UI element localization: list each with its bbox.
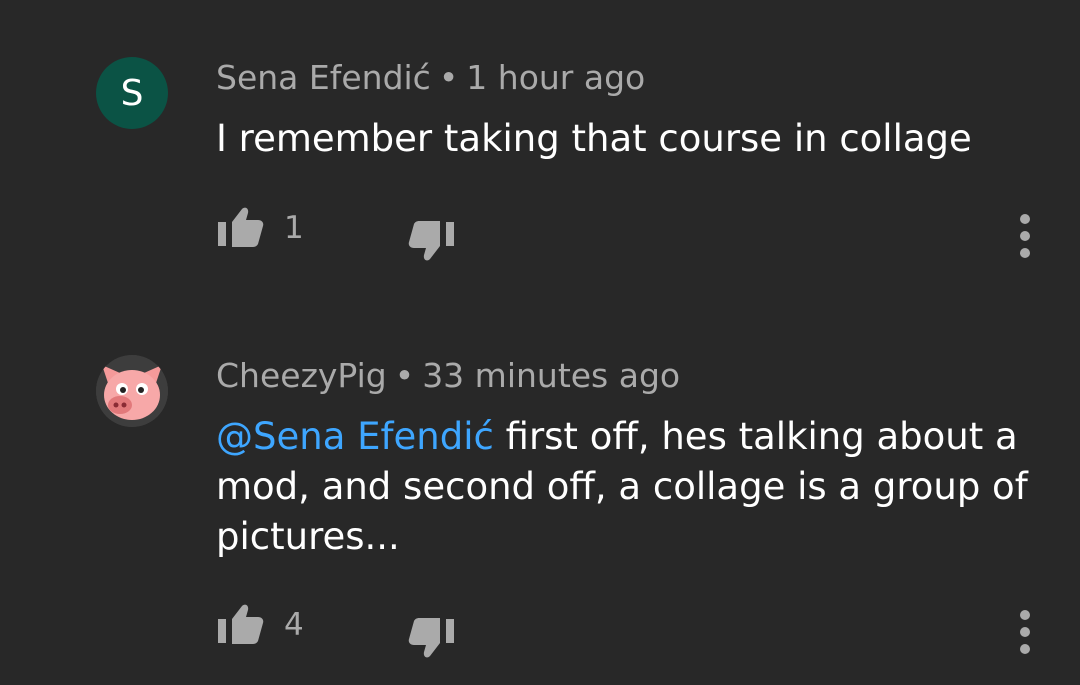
like-count: 4 [284, 607, 304, 643]
thumbs-down-icon [408, 618, 454, 658]
avatar-letter: S [120, 72, 144, 114]
dislike-button[interactable] [408, 615, 456, 659]
comment-meta: Sena Efendić • 1 hour ago [216, 58, 645, 97]
like-count: 1 [284, 210, 304, 246]
pig-avatar-icon [96, 355, 168, 427]
comment-author[interactable]: CheezyPig [216, 356, 387, 395]
comment-text: @Sena Efendić first off, hes talking abo… [216, 412, 1036, 562]
comment-meta: CheezyPig • 33 minutes ago [216, 356, 680, 395]
comment-author[interactable]: Sena Efendić [216, 58, 431, 97]
like-button[interactable]: 4 [216, 603, 304, 647]
thumbs-down-icon [408, 221, 454, 261]
more-vert-icon [1020, 610, 1030, 654]
comment-text: I remember taking that course in collage [216, 114, 1036, 164]
meta-separator: • [394, 356, 415, 395]
comment-item: CheezyPig • 33 minutes ago @Sena Efendić f… [0, 300, 1080, 685]
comment-time[interactable]: 1 hour ago [466, 58, 645, 97]
more-vert-icon [1020, 214, 1030, 258]
avatar[interactable]: S [96, 57, 168, 129]
comment-menu-button[interactable] [1010, 211, 1040, 261]
meta-separator: • [438, 58, 459, 97]
comment-time[interactable]: 33 minutes ago [422, 356, 680, 395]
avatar[interactable] [96, 355, 168, 427]
comment-text-content: I remember taking that course in collage [216, 117, 972, 160]
thumbs-up-icon [218, 604, 264, 644]
like-button[interactable]: 1 [216, 206, 304, 250]
comment-menu-button[interactable] [1010, 607, 1040, 657]
thumbs-up-icon [218, 207, 264, 247]
dislike-button[interactable] [408, 218, 456, 262]
comment-item: S Sena Efendić • 1 hour ago I remember tak… [0, 0, 1080, 300]
mention-link[interactable]: @Sena Efendić [216, 415, 494, 458]
